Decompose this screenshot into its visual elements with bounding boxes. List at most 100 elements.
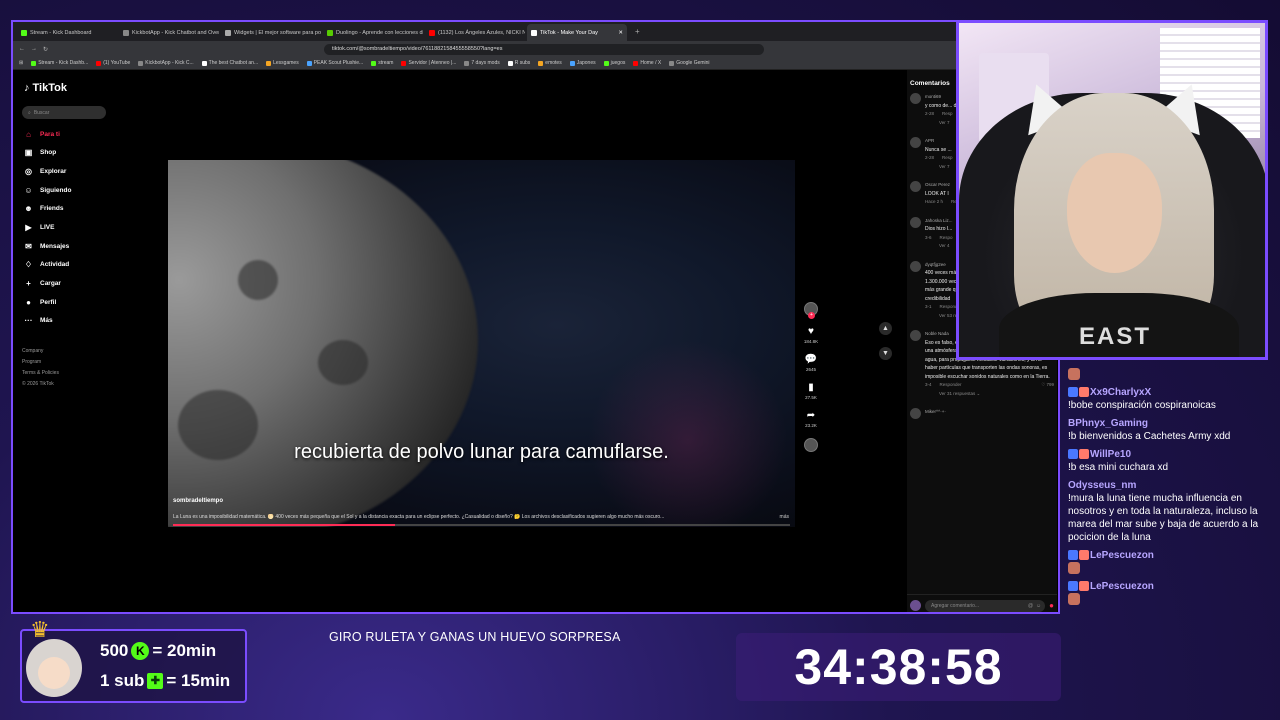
browser-tab[interactable]: KickbotApp - Kick Chatbot and Over... — [119, 24, 219, 41]
tab-label: Duolingo - Aprende con lecciones di... — [336, 29, 423, 36]
sidebar-item-mensajes[interactable]: ✉ Mensajes — [24, 240, 71, 252]
view-replies-link[interactable]: Ver 4 — [925, 242, 953, 251]
bookmark-label: KickbotApp - Kick C... — [145, 60, 194, 66]
chat-username[interactable]: WillPe10 — [1090, 449, 1131, 460]
chat-username[interactable]: BPhnyx_Gaming — [1068, 418, 1148, 429]
gift-badge-icon — [1079, 550, 1089, 561]
next-video-icon[interactable]: ▼ — [879, 347, 892, 360]
sidebar-nav: ⌂ Para ti ▣ Shop ◎ Explorar ☺ Siguiendo ☻ Friends… — [24, 128, 71, 327]
commenter-avatar[interactable] — [910, 137, 921, 148]
footer-link[interactable]: Program — [22, 357, 59, 368]
chat-username[interactable]: Odysseus_nm — [1068, 480, 1136, 491]
bookmark-item[interactable]: (1) YouTube — [96, 60, 130, 66]
video-progress-bar[interactable] — [173, 524, 790, 526]
bookmark-item[interactable]: Stream - Kick Dashb... — [31, 60, 88, 66]
sidebar-item-label: Cargar — [40, 280, 61, 288]
bookmark-item[interactable]: Japones — [569, 60, 596, 66]
comment-input[interactable]: Agregar comentario... @ ☺ — [925, 599, 1046, 612]
bookmark-item[interactable]: Lessgames — [266, 60, 299, 66]
commenter-avatar[interactable] — [910, 330, 921, 341]
footer-link[interactable]: Company — [22, 346, 59, 357]
sidebar-item-explorar[interactable]: ◎ Explorar — [24, 165, 71, 177]
more-link[interactable]: más — [780, 514, 789, 520]
bookmark-icon[interactable]: ▮ — [808, 382, 814, 393]
chat-username[interactable]: LePescuezon — [1090, 581, 1154, 592]
sidebar-item-cargar[interactable]: + Cargar — [24, 278, 71, 290]
commenter-avatar[interactable] — [910, 181, 921, 192]
bookmark-item[interactable]: juegos — [603, 60, 625, 66]
previous-video-icon[interactable]: ▲ — [879, 322, 892, 335]
bookmark-label: Google Gemini — [676, 60, 710, 66]
bookmark-item[interactable]: Servidor | Atenneo |... — [401, 60, 456, 66]
sidebar-footer: Company Program Terms & Policies © 2026 Tik… — [22, 346, 59, 390]
new-tab-icon[interactable]: + — [629, 27, 646, 36]
bookmark-item[interactable]: KickbotApp - Kick C... — [138, 60, 194, 66]
comment-user[interactable]: Miker^^·+· — [925, 408, 946, 417]
sidebar-item-live[interactable]: ▶ LIVE — [24, 221, 71, 233]
bookmark-item[interactable]: The best Chatbot an... — [201, 60, 258, 66]
sidebar-item-actividad[interactable]: ♢ Actividad — [24, 259, 71, 271]
action-comment[interactable]: 💬 2645 — [805, 354, 817, 372]
comment-likes[interactable]: ♡ 799 — [1041, 381, 1054, 390]
video-author[interactable]: sombradeltiempo — [173, 498, 223, 504]
action-share[interactable]: ➦ 23.2K — [805, 410, 817, 428]
chat-username[interactable]: LePescuezon — [1090, 550, 1154, 561]
creator-avatar[interactable]: + — [804, 302, 818, 319]
browser-tab[interactable]: Widgets | El mejor software para po... — [221, 24, 321, 41]
bookmark-item[interactable]: 7 days mods — [464, 60, 500, 66]
sidebar-item-siguiendo[interactable]: ☺ Siguiendo — [24, 184, 71, 196]
commenter-avatar[interactable] — [910, 216, 921, 228]
view-replies-link[interactable]: Ver 7 — [925, 163, 953, 172]
tiktok-logo[interactable]: ♪ TikTok — [24, 82, 67, 94]
comment-user[interactable]: APR — [925, 137, 953, 146]
reply-button[interactable]: Resp — [942, 110, 953, 119]
sidebar-item-shop[interactable]: ▣ Shop — [24, 147, 71, 159]
commenter-avatar[interactable] — [910, 408, 921, 419]
browser-tab[interactable]: Duolingo - Aprende con lecciones di... — [323, 24, 423, 41]
url-field[interactable]: tiktok.com/@sombradeltiempo/video/761188… — [324, 43, 765, 55]
video-player[interactable]: recubierta de polvo lunar para camuflars… — [168, 160, 795, 527]
share-icon[interactable]: ➦ — [807, 410, 815, 421]
sound-disc-icon[interactable] — [804, 438, 818, 452]
sidebar-item-perfil[interactable]: ● Perfil — [24, 296, 71, 308]
send-icon[interactable]: ● — [1049, 601, 1054, 610]
browser-tab[interactable]: TikTok - Make Your Day ✕ — [527, 24, 627, 41]
action-heart[interactable]: ♥ 184.8K — [804, 326, 818, 344]
search-input[interactable]: ⌕ Buscar — [22, 106, 106, 119]
comment-icon[interactable]: 💬 — [805, 354, 817, 365]
sidebar-item-friends[interactable]: ☻ Friends — [24, 203, 71, 215]
comment-user[interactable]: Jahoska Liz... — [925, 217, 953, 226]
browser-tab[interactable]: (1132) Los Ángeles Azules, NICKI NI... — [425, 24, 525, 41]
chat-username[interactable]: Xx9CharlyxX — [1090, 387, 1151, 398]
bookmark-item[interactable]: Google Gemini — [669, 60, 710, 66]
sidebar-item-más[interactable]: ··· Más — [24, 315, 71, 327]
back-icon[interactable]: ← — [19, 46, 25, 52]
apps-grid-icon[interactable]: ⊞ — [19, 60, 23, 66]
bookmark-item[interactable]: R subs — [507, 60, 530, 66]
bookmark-item[interactable]: emotes — [538, 60, 562, 66]
tab-favicon-icon — [531, 29, 537, 36]
follow-plus-icon[interactable]: + — [808, 312, 815, 319]
reload-icon[interactable]: ↻ — [43, 46, 48, 53]
reply-button[interactable]: Resp — [942, 154, 953, 163]
reply-button[interactable]: Respo — [940, 234, 953, 243]
bookmark-item[interactable]: Home / X — [633, 60, 661, 66]
reply-button[interactable]: Responder — [940, 381, 962, 390]
footer-link[interactable]: Terms & Policies — [22, 368, 59, 379]
bookmark-favicon-icon — [464, 60, 470, 66]
tab-close-icon[interactable]: ✕ — [618, 30, 623, 36]
commenter-avatar[interactable] — [910, 93, 921, 104]
forward-icon[interactable]: → — [31, 46, 37, 52]
emoji-icon[interactable]: ☺ — [1036, 603, 1041, 609]
commenter-avatar[interactable] — [910, 260, 921, 272]
streamer-face — [1067, 153, 1162, 273]
bookmark-item[interactable]: stream — [371, 60, 393, 66]
bookmark-item[interactable]: PEAK Scout Plushie... — [306, 60, 363, 66]
action-bookmark[interactable]: ▮ 27.5K — [805, 382, 817, 400]
live-icon: ▶ — [25, 223, 32, 233]
view-replies-link[interactable]: Ver 31 respuestas ⌄ — [925, 390, 1054, 399]
sidebar-item-para-ti[interactable]: ⌂ Para ti — [24, 128, 71, 140]
mention-icon[interactable]: @ — [1028, 603, 1033, 609]
heart-icon[interactable]: ♥ — [808, 326, 814, 337]
browser-tab[interactable]: Stream - Kick Dashboard — [17, 24, 117, 41]
